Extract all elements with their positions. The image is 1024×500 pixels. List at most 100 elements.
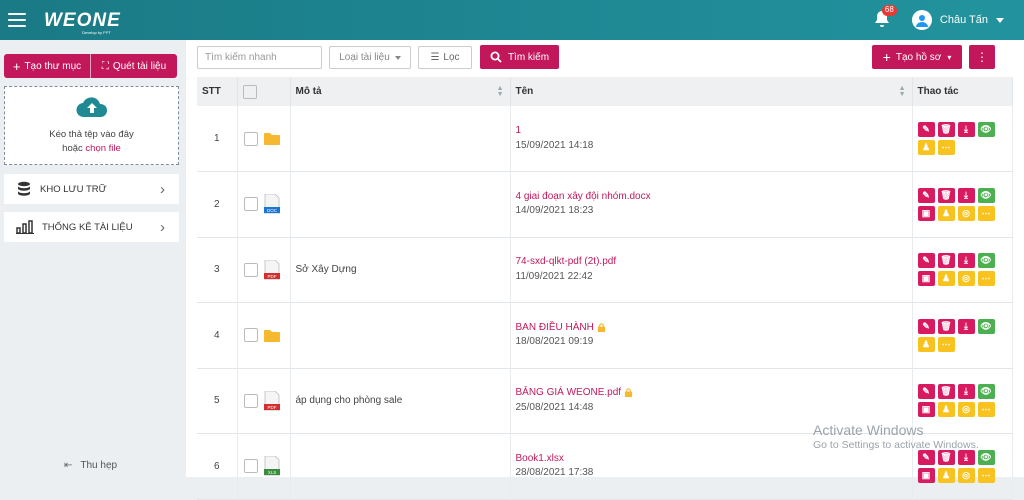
file-name-link[interactable]: BẢNG GIÁ WEONE.pdf — [516, 386, 912, 401]
edit-button[interactable]: ✎ — [917, 318, 935, 334]
download-button[interactable]: ⤓ — [957, 384, 975, 400]
edit-button[interactable]: ✎ — [917, 187, 935, 203]
view-button[interactable]: 👁 — [977, 384, 995, 400]
view-button[interactable]: 👁 — [977, 253, 995, 269]
table-row[interactable]: 6 XLS Book1.xlsx 28/08/2021 17:38 ✎ 🗑 ⤓ 👁 ▣ ♟ ◎ ⋯ — [197, 433, 1013, 499]
history-button[interactable]: ◎ — [957, 205, 975, 221]
delete-button[interactable]: 🗑 — [937, 384, 955, 400]
edit-button[interactable]: ✎ — [917, 122, 935, 137]
view-icon: 👁 — [980, 320, 992, 331]
delete-button[interactable]: 🗑 — [937, 122, 955, 137]
select-all-checkbox[interactable] — [242, 84, 257, 99]
more-options-button[interactable]: ⋮ — [969, 45, 995, 69]
delete-button[interactable]: 🗑 — [937, 318, 955, 334]
svg-text:DOC: DOC — [267, 208, 278, 213]
edit-icon: ✎ — [922, 255, 930, 266]
document-type-select[interactable]: Loại tài liệu — [329, 46, 411, 69]
share-button[interactable]: ♟ — [917, 140, 935, 155]
more-button[interactable]: ⋯ — [977, 271, 995, 287]
search-button[interactable]: Tìm kiếm — [480, 45, 559, 69]
download-icon: ⤓ — [964, 451, 968, 462]
share-button[interactable]: ♟ — [937, 205, 955, 221]
file-drop-zone[interactable]: Kéo thả tệp vào đây hoặc chọn file — [4, 86, 179, 165]
create-folder-button[interactable]: + Tạo thư mục — [4, 54, 90, 78]
view-button[interactable]: 👁 — [977, 318, 995, 334]
view-button[interactable]: 👁 — [977, 449, 995, 465]
edit-button[interactable]: ✎ — [917, 449, 935, 465]
more-button[interactable]: ⋯ — [977, 205, 995, 221]
more-icon: ⋯ — [981, 273, 991, 284]
delete-button[interactable]: 🗑 — [937, 253, 955, 269]
history-button[interactable]: ◎ — [957, 271, 975, 287]
row-checkbox[interactable] — [243, 393, 258, 408]
column-header-stt[interactable]: STT — [197, 77, 238, 106]
select-all-checkbox-cell — [237, 77, 291, 106]
scan-document-button[interactable]: ⛶ Quét tài liệu — [90, 54, 177, 78]
pdf-button[interactable]: ▣ — [917, 271, 935, 287]
row-name-cell: 1 15/09/2021 14:18 — [510, 106, 913, 172]
download-icon: ⤓ — [964, 189, 968, 200]
choose-file-link[interactable]: chọn file — [85, 143, 120, 154]
download-button[interactable]: ⤓ — [957, 122, 975, 137]
row-checkbox[interactable] — [243, 328, 258, 343]
delete-button[interactable]: 🗑 — [937, 449, 955, 465]
share-button[interactable]: ♟ — [937, 402, 955, 418]
edit-button[interactable]: ✎ — [917, 253, 935, 269]
row-checkbox[interactable] — [243, 197, 258, 212]
download-button[interactable]: ⤓ — [957, 318, 975, 334]
user-avatar[interactable] — [911, 10, 932, 30]
pdf-button[interactable]: ▣ — [917, 467, 935, 483]
sort-icon[interactable]: ▲ ▼ — [899, 85, 906, 98]
table-row[interactable]: 1 1 15/09/2021 14:18 ✎ 🗑 ⤓ 👁 ♟ ⋯ — [197, 106, 1013, 172]
table-row[interactable]: 4 BAN ĐIỀU HÀNH 18/08/2021 09:19 ✎ 🗑 ⤓ 👁 ♟ ⋯ — [197, 302, 1013, 368]
create-record-button[interactable]: + Tạo hồ sơ ▾ — [872, 45, 962, 69]
sidebar-item-storage[interactable]: KHO LƯU TRỮ › — [4, 174, 179, 204]
search-input[interactable]: Tìm kiếm nhanh — [197, 46, 322, 69]
table-row[interactable]: 3 PDF Sở Xây Dựng 74-sxd-qlkt-pdf (2t).pdf 1… — [197, 237, 1013, 303]
sidebar-item-statistics[interactable]: THỐNG KÊ TÀI LIỆU › — [4, 212, 179, 242]
more-icon: ⋯ — [981, 207, 991, 218]
row-checkbox[interactable] — [243, 459, 258, 474]
table-row[interactable]: 5 PDF áp dụng cho phòng sale BẢNG GIÁ WEONE… — [197, 368, 1013, 434]
delete-icon: 🗑 — [940, 451, 952, 462]
column-header-description[interactable]: Mô tả ▲ ▼ — [290, 77, 511, 106]
column-header-name[interactable]: Tên ▲ ▼ — [510, 77, 913, 106]
file-name-link[interactable]: 74-sxd-qlkt-pdf (2t).pdf — [516, 255, 912, 270]
user-name[interactable]: Châu Tấn — [940, 14, 988, 26]
file-name-link[interactable]: Book1.xlsx — [516, 452, 912, 467]
share-button[interactable]: ♟ — [937, 467, 955, 483]
row-checkbox[interactable] — [243, 131, 258, 146]
view-button[interactable]: 👁 — [977, 187, 995, 203]
toolbar: Tìm kiếm nhanh Loại tài liệu ☰ Lọc Tìm ki… — [186, 40, 1024, 78]
filter-button[interactable]: ☰ Lọc — [418, 46, 472, 69]
download-button[interactable]: ⤓ — [957, 187, 975, 203]
download-button[interactable]: ⤓ — [957, 449, 975, 465]
notification-button[interactable]: 68 — [872, 5, 897, 31]
delete-icon: 🗑 — [940, 189, 952, 200]
view-button[interactable]: 👁 — [977, 122, 995, 137]
app-logo[interactable]: WEONE Develop by FPT — [44, 11, 121, 35]
pdf-button[interactable]: ▣ — [917, 402, 935, 418]
edit-button[interactable]: ✎ — [917, 384, 935, 400]
user-menu-chevron-down-icon[interactable] — [996, 17, 1004, 23]
more-button[interactable]: ⋯ — [977, 467, 995, 483]
history-button[interactable]: ◎ — [957, 402, 975, 418]
collapse-sidebar-button[interactable]: ⇤ Thu hẹp — [64, 460, 117, 471]
share-button[interactable]: ♟ — [937, 271, 955, 287]
history-button[interactable]: ◎ — [957, 467, 975, 483]
more-button[interactable]: ⋯ — [977, 402, 995, 418]
file-name-link[interactable]: BAN ĐIỀU HÀNH — [516, 321, 912, 336]
more-button[interactable]: ⋯ — [937, 140, 955, 155]
delete-button[interactable]: 🗑 — [937, 187, 955, 203]
more-button[interactable]: ⋯ — [937, 336, 955, 352]
edit-icon: ✎ — [922, 189, 930, 200]
file-name-link[interactable]: 4 giai đoạn xây đội nhóm.docx — [516, 190, 912, 205]
row-checkbox[interactable] — [243, 262, 258, 277]
sort-icon[interactable]: ▲ ▼ — [497, 85, 504, 98]
share-button[interactable]: ♟ — [917, 336, 935, 352]
pdf-button[interactable]: ▣ — [917, 205, 935, 221]
menu-icon[interactable] — [8, 13, 26, 27]
table-row[interactable]: 2 DOC 4 giai đoạn xây đội nhóm.docx 14/09/2… — [197, 171, 1013, 237]
download-button[interactable]: ⤓ — [957, 253, 975, 269]
file-name-link[interactable]: 1 — [516, 124, 912, 139]
